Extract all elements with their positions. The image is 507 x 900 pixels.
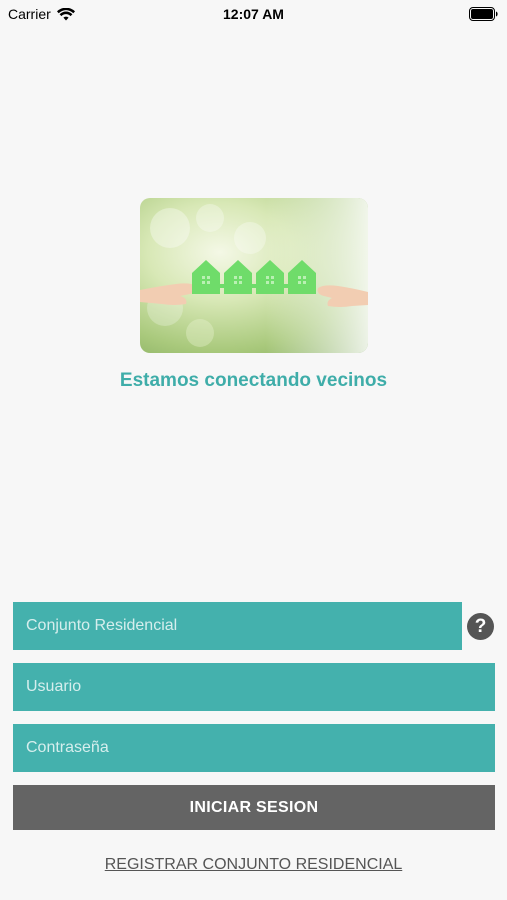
password-field[interactable]: [13, 724, 495, 772]
hero-image: [140, 198, 368, 353]
register-link[interactable]: REGISTRAR CONJUNTO RESIDENCIAL: [0, 856, 507, 874]
tagline: Estamos conectando vecinos: [119, 370, 388, 391]
status-time: 12:07 AM: [223, 6, 284, 22]
conjunto-residencial-field[interactable]: [13, 602, 462, 650]
status-bar: Carrier 12:07 AM: [0, 0, 507, 28]
usuario-field[interactable]: [13, 663, 495, 711]
usuario-input[interactable]: [26, 663, 495, 711]
conjunto-residencial-input[interactable]: [26, 602, 462, 650]
password-input[interactable]: [26, 724, 495, 772]
login-button[interactable]: INICIAR SESION: [13, 785, 495, 830]
help-icon[interactable]: ?: [467, 613, 494, 640]
battery-icon: [469, 7, 498, 21]
